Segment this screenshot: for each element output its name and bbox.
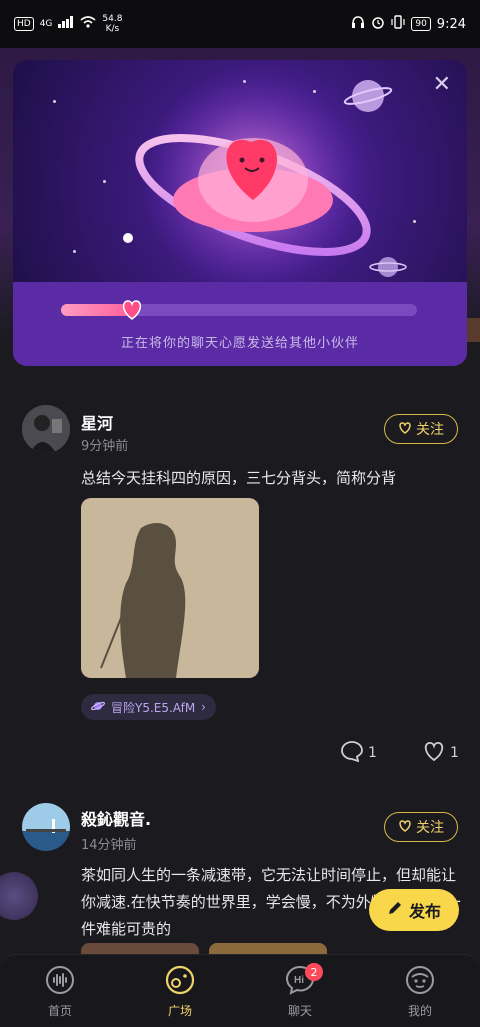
nav-item-plaza[interactable]: 广场 xyxy=(145,965,215,1019)
decorative-mascot xyxy=(0,872,38,920)
publish-button[interactable]: 发布 xyxy=(369,889,459,931)
planet-heart-illustration xyxy=(123,70,407,282)
unread-badge: 2 xyxy=(305,963,323,981)
post-username[interactable]: 星河 xyxy=(81,410,113,434)
comment-button[interactable]: 1 xyxy=(340,740,377,766)
nav-item-profile[interactable]: 我的 xyxy=(385,965,455,1019)
headphones-icon xyxy=(351,16,365,32)
modal-caption: 正在将你的聊天心愿发送给其他小伙伴 xyxy=(120,336,359,351)
signal-label: 4G xyxy=(39,19,53,29)
status-bar: HD 4G 54.8 K/s 90 9:24 xyxy=(0,0,480,48)
wifi-icon xyxy=(80,16,96,32)
home-voice-icon xyxy=(45,965,75,998)
post-time: 14分钟前 xyxy=(81,838,137,853)
bottom-nav: 首页 广场 Hi 2 聊天 我的 xyxy=(0,954,480,1027)
post-image[interactable] xyxy=(81,498,259,678)
like-button[interactable]: 1 xyxy=(422,740,459,766)
avatar[interactable] xyxy=(22,803,70,851)
progress-bar xyxy=(61,300,417,320)
nav-item-home[interactable]: 首页 xyxy=(25,965,95,1019)
follow-button[interactable]: 关注 xyxy=(384,812,458,842)
alarm-icon xyxy=(371,15,385,33)
vibrate-icon xyxy=(391,15,405,33)
post-text: 总结今天挂科四的原因，三七分背头，简称分背 xyxy=(81,469,397,487)
chevron-right-icon: › xyxy=(201,700,206,714)
hd-indicator: HD xyxy=(14,17,34,31)
planet-icon xyxy=(90,699,106,716)
svg-text:Hi: Hi xyxy=(294,975,304,986)
modal-illustration: ✕ xyxy=(13,60,467,282)
modal-footer xyxy=(13,282,467,366)
post-time: 9分钟前 xyxy=(81,439,129,454)
heart-outline-icon xyxy=(398,421,412,438)
follow-button[interactable]: 关注 xyxy=(384,414,458,444)
pencil-icon xyxy=(387,900,403,920)
comment-icon xyxy=(340,740,364,766)
clock: 9:24 xyxy=(436,16,466,32)
heart-outline-icon xyxy=(398,819,412,836)
heart-icon xyxy=(123,300,142,320)
wish-sending-modal: ✕ 正在将你的聊天心愿发送给其他小伙伴 xyxy=(13,60,467,366)
signal-icon xyxy=(58,16,74,32)
network-speed: 54.8 K/s xyxy=(102,14,123,34)
heart-outline-icon xyxy=(422,740,446,766)
close-icon[interactable]: ✕ xyxy=(433,74,451,96)
plaza-icon xyxy=(164,965,196,998)
avatar[interactable] xyxy=(22,405,70,453)
topic-tag[interactable]: 冒险Y5.E5.AfM › xyxy=(81,694,216,720)
post-username[interactable]: 殺鈊觀音. xyxy=(81,806,151,830)
profile-icon xyxy=(405,965,435,998)
nav-item-chat[interactable]: Hi 2 聊天 xyxy=(265,963,335,1019)
battery-indicator: 90 xyxy=(411,17,431,31)
